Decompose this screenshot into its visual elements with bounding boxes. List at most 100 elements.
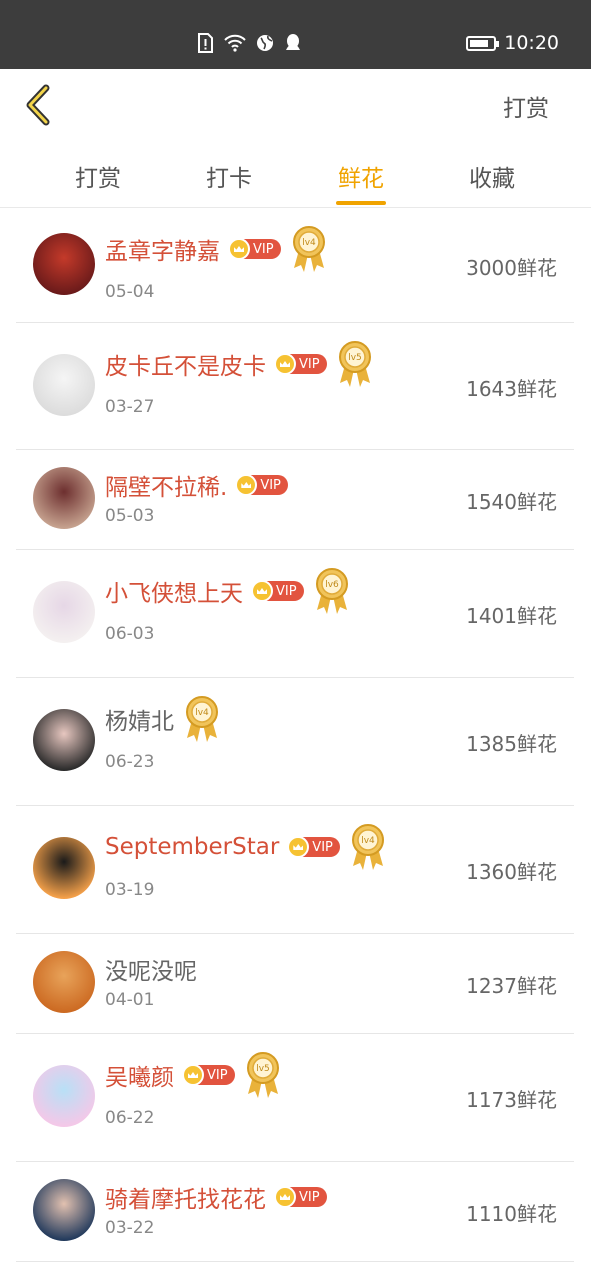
tab-reward[interactable]: 打赏 — [58, 159, 138, 193]
crown-icon — [251, 580, 273, 602]
vip-badge: VIP — [287, 836, 340, 858]
level-medal-icon: lv4 — [350, 822, 386, 872]
avatar[interactable] — [33, 581, 95, 643]
status-time: 10:20 — [504, 32, 559, 54]
tab-flowers[interactable]: 鲜花 — [321, 159, 401, 205]
flower-amount: 1540鲜花 — [466, 490, 557, 514]
status-bar: 10:20 — [0, 0, 591, 69]
vip-label: VIP — [207, 1067, 228, 1083]
vip-label: VIP — [260, 477, 281, 493]
name-line: 杨婧北 lv4 — [105, 694, 220, 744]
list-item[interactable]: 孟章字静嘉 VIP lv4 05-04 3000鲜花 — [16, 208, 574, 323]
qq-icon — [284, 33, 302, 53]
crown-icon — [274, 1186, 296, 1208]
avatar[interactable] — [33, 951, 95, 1013]
list-item[interactable]: 吴曦颜 VIP lv5 06-22 1173鲜花 — [16, 1034, 574, 1162]
level-medal-icon: lv6 — [314, 566, 350, 616]
header-reward-button[interactable]: 打赏 — [503, 89, 549, 123]
gift-date: 03-27 — [105, 397, 155, 417]
crown-icon — [287, 836, 310, 858]
level-medal-icon: lv5 — [337, 339, 373, 389]
avatar[interactable] — [33, 467, 95, 529]
vip-badge: VIP — [235, 474, 288, 496]
name-line: 小飞侠想上天 VIP lv6 — [105, 566, 350, 616]
tab-checkin[interactable]: 打卡 — [189, 159, 269, 193]
list-item[interactable]: 杨婧北 lv4 06-23 1385鲜花 — [16, 678, 574, 806]
vip-badge: VIP — [182, 1064, 235, 1086]
level-label: lv6 — [325, 580, 339, 590]
avatar[interactable] — [33, 837, 95, 899]
name-line: SeptemberStar VIP lv4 — [105, 822, 386, 872]
flower-amount: 1360鲜花 — [466, 860, 557, 884]
vip-label: VIP — [253, 241, 274, 257]
gift-date: 06-22 — [105, 1108, 155, 1128]
tab-favorites[interactable]: 收藏 — [452, 159, 532, 193]
vip-label: VIP — [312, 839, 333, 855]
crown-icon — [235, 474, 258, 496]
user-name[interactable]: 小飞侠想上天 — [105, 574, 243, 608]
user-name[interactable]: SeptemberStar — [105, 834, 279, 860]
avatar[interactable] — [33, 233, 95, 295]
gift-date: 06-23 — [105, 752, 155, 772]
list-item[interactable]: SeptemberStar VIP lv4 03-19 1360鲜花 — [16, 806, 574, 934]
globe-icon — [256, 33, 274, 53]
user-name[interactable]: 皮卡丘不是皮卡 — [105, 347, 266, 381]
gift-date: 03-19 — [105, 880, 155, 900]
flower-amount: 3000鲜花 — [466, 256, 557, 280]
level-label: lv4 — [361, 836, 375, 846]
vip-badge: VIP — [228, 238, 281, 260]
avatar[interactable] — [33, 709, 95, 771]
vip-label: VIP — [276, 583, 297, 599]
crown-icon — [274, 353, 296, 375]
level-medal-icon: lv4 — [291, 224, 327, 274]
tab-bar: 打赏 打卡 鲜花 收藏 — [0, 141, 591, 208]
gift-date: 03-22 — [105, 1218, 155, 1238]
list-item[interactable]: 小飞侠想上天 VIP lv6 06-03 1401鲜花 — [16, 550, 574, 678]
crown-icon — [182, 1064, 204, 1086]
status-right: 10:20 — [466, 32, 559, 54]
level-medal-icon: lv4 — [184, 694, 220, 744]
user-name[interactable]: 没呢没呢 — [105, 952, 197, 986]
gift-date: 06-03 — [105, 624, 155, 644]
gift-date: 05-04 — [105, 282, 155, 302]
user-name[interactable]: 骑着摩托找花花 — [105, 1180, 266, 1214]
avatar[interactable] — [33, 354, 95, 416]
name-line: 吴曦颜 VIP lv5 — [105, 1050, 281, 1100]
gift-date: 05-03 — [105, 506, 155, 526]
user-name[interactable]: 吴曦颜 — [105, 1058, 174, 1092]
avatar[interactable] — [33, 1065, 95, 1127]
crown-icon — [228, 238, 250, 260]
name-line: 骑着摩托找花花 VIP — [105, 1180, 327, 1214]
list-item[interactable]: 骑着摩托找花花 VIP 03-22 1110鲜花 — [16, 1162, 574, 1262]
list-item[interactable]: 隔壁不拉稀. VIP 05-03 1540鲜花 — [16, 450, 574, 550]
user-name[interactable]: 杨婧北 — [105, 702, 174, 736]
list-item[interactable]: 皮卡丘不是皮卡 VIP lv5 03-27 1643鲜花 — [16, 323, 574, 450]
vip-badge: VIP — [251, 580, 304, 602]
flower-amount: 1401鲜花 — [466, 604, 557, 628]
level-medal-icon: lv5 — [245, 1050, 281, 1100]
level-label: lv4 — [302, 238, 316, 248]
level-label: lv5 — [348, 353, 362, 363]
flower-amount: 1237鲜花 — [466, 974, 557, 998]
user-name[interactable]: 孟章字静嘉 — [105, 232, 220, 266]
level-label: lv4 — [195, 708, 209, 718]
flower-ranking-list: 孟章字静嘉 VIP lv4 05-04 3000鲜花皮卡丘不是皮卡 VIP lv5 03-27… — [16, 208, 574, 1262]
user-name[interactable]: 隔壁不拉稀. — [105, 468, 227, 502]
wifi-icon — [224, 33, 246, 53]
vip-badge: VIP — [274, 353, 327, 375]
vip-label: VIP — [299, 1189, 320, 1205]
name-line: 隔壁不拉稀. VIP — [105, 468, 288, 502]
avatar[interactable] — [33, 1179, 95, 1241]
vip-label: VIP — [299, 356, 320, 372]
flower-amount: 1643鲜花 — [466, 377, 557, 401]
vip-badge: VIP — [274, 1186, 327, 1208]
name-line: 皮卡丘不是皮卡 VIP lv5 — [105, 339, 373, 389]
status-icons — [196, 33, 302, 53]
gift-date: 04-01 — [105, 990, 155, 1010]
name-line: 没呢没呢 — [105, 952, 197, 986]
flower-amount: 1173鲜花 — [466, 1088, 557, 1112]
list-item[interactable]: 没呢没呢 04-01 1237鲜花 — [16, 934, 574, 1034]
back-button[interactable] — [22, 83, 56, 127]
flower-amount: 1385鲜花 — [466, 732, 557, 756]
flower-amount: 1110鲜花 — [466, 1202, 557, 1226]
